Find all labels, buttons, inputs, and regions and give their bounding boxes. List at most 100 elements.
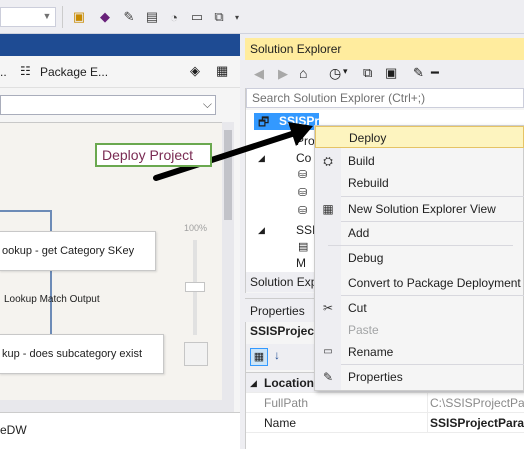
menu-item-convert-deployment[interactable]: Convert to Package Deployment M	[315, 272, 524, 294]
menu-item-debug[interactable]: Debug	[315, 247, 524, 269]
wrench-icon[interactable]: ✎	[413, 65, 424, 81]
zoom-slider-thumb[interactable]	[185, 282, 205, 292]
console-icon[interactable]: ▭	[188, 7, 206, 27]
property-category-label: Location	[264, 376, 314, 390]
package-explorer-icon: ☷	[20, 64, 31, 78]
toolbar-divider	[62, 6, 63, 28]
rename-icon: ▭	[323, 346, 333, 357]
menu-item-label: Cut	[348, 301, 367, 315]
tree-item-miscellaneous[interactable]: M	[296, 256, 306, 270]
chevron-down-icon[interactable]: ▾	[343, 66, 348, 77]
connection-icon: ⛁	[298, 169, 308, 181]
menu-item-label: Build	[348, 154, 375, 168]
tree-item-ssis-packages[interactable]: SSI	[296, 223, 315, 237]
extension-icon[interactable]: ⧉	[210, 7, 228, 27]
menu-item-cut[interactable]: ✂ Cut	[315, 297, 524, 319]
history-icon[interactable]: ◷	[329, 65, 341, 82]
menu-item-label: Add	[348, 226, 370, 240]
solution-explorer-search[interactable]: Search Solution Explorer (Ctrl+;)	[246, 88, 524, 108]
designer-horizontal-scrollbar[interactable]	[0, 400, 222, 412]
menu-item-label: Rebuild	[348, 176, 389, 190]
visual-studio-icon[interactable]: ◆	[96, 7, 114, 27]
designer-combo[interactable]: ⌵	[0, 95, 216, 115]
zoom-fit-button[interactable]	[184, 342, 208, 366]
connection-managers-strip: eDW	[0, 412, 240, 449]
project-icon: 🗗	[258, 115, 270, 129]
toolbox-icon[interactable]: ▤	[143, 7, 161, 27]
tree-item-connection-managers[interactable]: Co	[296, 151, 311, 165]
chevron-down-icon[interactable]: ▼	[40, 8, 54, 24]
menu-item-add[interactable]: Add	[315, 222, 524, 244]
designer-tab-strip	[0, 34, 240, 56]
menu-item-label: Rename	[348, 345, 394, 359]
connection-icon: ⛁	[298, 187, 308, 199]
sync-icon[interactable]: ⧉	[363, 65, 372, 81]
package-icon: ▤	[298, 241, 309, 253]
pin-icon[interactable]: ━	[431, 65, 439, 81]
expand-arrow-icon[interactable]: ◢	[258, 153, 265, 164]
property-row[interactable]: FullPath C:\SSISProjectParam	[246, 393, 524, 413]
variables-icon[interactable]: ▦	[216, 63, 228, 79]
deploy-project-callout: Deploy Project	[95, 143, 212, 167]
property-value: C:\SSISProjectParam	[427, 393, 524, 413]
toolbar-overflow-icon[interactable]: ▾	[228, 7, 246, 27]
solution-explorer-title: Solution Explorer	[245, 38, 524, 60]
zoom-label: 100%	[184, 223, 208, 233]
menu-item-rename[interactable]: ▭ Rename	[315, 341, 524, 363]
categorized-icon[interactable]: ▦	[250, 348, 268, 366]
expand-arrow-icon[interactable]: ◢	[258, 225, 265, 236]
new-view-icon: ▦	[322, 202, 334, 216]
database-icon[interactable]: ◈	[190, 63, 200, 79]
folder-icon[interactable]: ▣	[70, 7, 88, 27]
forward-icon[interactable]: ▶	[278, 66, 288, 82]
connection-manager-item[interactable]: eDW	[0, 423, 27, 437]
property-key: Name	[264, 416, 297, 430]
connection-icon: ⛁	[298, 205, 308, 217]
build-icon: ⛭	[323, 154, 333, 168]
scissors-icon: ✂	[322, 301, 334, 315]
flow-connector	[50, 210, 52, 231]
component-label: kup - does subcategory exist	[2, 348, 143, 360]
lookup-category-component[interactable]: ookup - get Category SKey	[0, 231, 156, 271]
wrench-icon[interactable]: ✎	[120, 7, 138, 27]
property-value: SSISProjectParam	[427, 413, 524, 433]
home-icon[interactable]: ⌂	[299, 65, 307, 81]
gauge-icon[interactable]: ◔	[165, 7, 183, 27]
property-key: FullPath	[264, 396, 309, 410]
menu-item-new-solution-explorer-view[interactable]: ▦ New Solution Explorer View	[315, 198, 524, 220]
chevron-down-icon[interactable]: ⌵	[203, 97, 212, 112]
alphabetical-icon[interactable]: ↓	[274, 348, 280, 362]
menu-separator	[328, 245, 513, 246]
menu-item-deploy[interactable]: Deploy	[315, 126, 524, 148]
properties-object-name[interactable]: SSISProjec	[250, 324, 314, 338]
property-row[interactable]: Name SSISProjectParam	[246, 413, 524, 433]
menu-item-label: Deploy	[349, 131, 387, 145]
component-label: ookup - get Category SKey	[2, 245, 135, 257]
scrollbar-thumb[interactable]	[224, 130, 232, 220]
connector-label: Lookup Match Output	[4, 294, 100, 305]
flow-connector	[0, 210, 50, 212]
collapse-arrow-icon[interactable]: ◢	[250, 373, 257, 393]
lookup-subcategory-component[interactable]: kup - does subcategory exist	[0, 334, 164, 374]
ellipsis-tab[interactable]: ..	[0, 65, 7, 79]
designer-tabbar: .. ☷ Package E... ◈ ▦	[0, 56, 240, 88]
menu-separator	[341, 196, 524, 197]
collapse-all-icon[interactable]: ▣	[385, 65, 397, 81]
back-icon[interactable]: ◀	[254, 66, 264, 82]
solution-explorer-toolbar: ◀ ▶ ⌂ ◷ ▾ ⧉ ▣ ✎ ━	[245, 60, 524, 88]
menu-item-label: Properties	[348, 370, 403, 384]
menu-item-build[interactable]: ⛭ Build	[315, 150, 524, 172]
menu-item-label: Convert to Package Deployment M	[348, 276, 524, 290]
menu-item-label: Debug	[348, 251, 384, 265]
menu-item-label: New Solution Explorer View	[348, 202, 496, 216]
menu-separator	[341, 295, 524, 296]
menu-separator	[341, 364, 524, 365]
menu-item-paste[interactable]: Paste	[315, 319, 524, 341]
menu-item-properties[interactable]: ✎ Properties	[315, 366, 524, 388]
tree-item-project-params[interactable]: Pro	[296, 134, 315, 148]
data-flow-canvas[interactable]: ookup - get Category SKey Lookup Match O…	[0, 122, 222, 427]
tab-package-explorer[interactable]: Package E...	[40, 65, 108, 79]
menu-item-rebuild[interactable]: Rebuild	[315, 172, 524, 194]
menu-item-label: Paste	[348, 323, 379, 337]
wrench-icon: ✎	[322, 370, 334, 384]
